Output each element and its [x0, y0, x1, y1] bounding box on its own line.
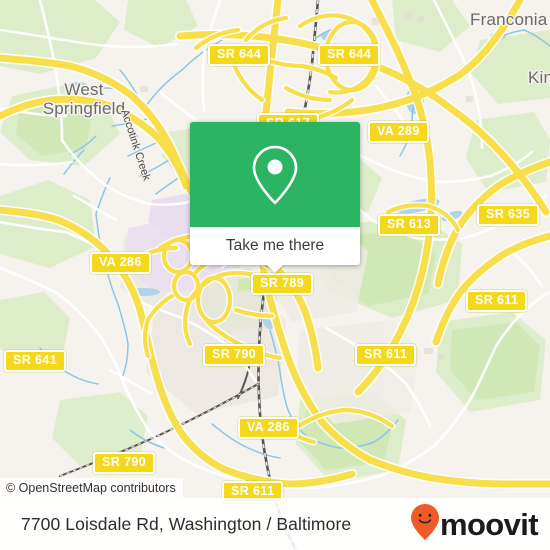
map-attribution[interactable]: © OpenStreetMap contributors: [0, 478, 183, 498]
shield-sr-790-south[interactable]: SR 790: [93, 452, 156, 474]
shield-sr-644-east[interactable]: SR 644: [318, 44, 381, 66]
shield-sr-611-east[interactable]: SR 611: [466, 290, 528, 312]
popup-hero: [190, 122, 360, 227]
shield-sr-790-mid[interactable]: SR 790: [203, 344, 266, 366]
moovit-logo[interactable]: moovit: [410, 503, 539, 546]
map-pin-icon: [248, 143, 302, 207]
moovit-wordmark: moovit: [439, 506, 539, 542]
location-popup-card[interactable]: Take me there: [190, 122, 360, 273]
shield-sr-644-west[interactable]: SR 644: [208, 44, 271, 66]
shield-sr-611-mid[interactable]: SR 611: [355, 344, 417, 366]
footer-bar: 7700 Loisdale Rd, Washington / Baltimore…: [0, 498, 550, 550]
map-screenshot: West Springfield Franconia Kin Accotink …: [0, 0, 550, 550]
shield-va-286-south[interactable]: VA 286: [238, 417, 299, 439]
shield-va-286-west[interactable]: VA 286: [90, 252, 151, 274]
shield-sr-789[interactable]: SR 789: [251, 273, 314, 295]
map-canvas[interactable]: West Springfield Franconia Kin Accotink …: [0, 0, 550, 550]
shield-sr-641[interactable]: SR 641: [4, 350, 67, 372]
shield-va-289[interactable]: VA 289: [368, 121, 429, 143]
shield-sr-613[interactable]: SR 613: [378, 214, 441, 236]
popup-pointer: [266, 264, 284, 273]
take-me-there-button[interactable]: Take me there: [190, 227, 360, 265]
moovit-smiley-pin-icon: [410, 503, 440, 546]
shield-sr-635[interactable]: SR 635: [477, 204, 540, 226]
address-label: 7700 Loisdale Rd, Washington / Baltimore: [21, 513, 352, 534]
